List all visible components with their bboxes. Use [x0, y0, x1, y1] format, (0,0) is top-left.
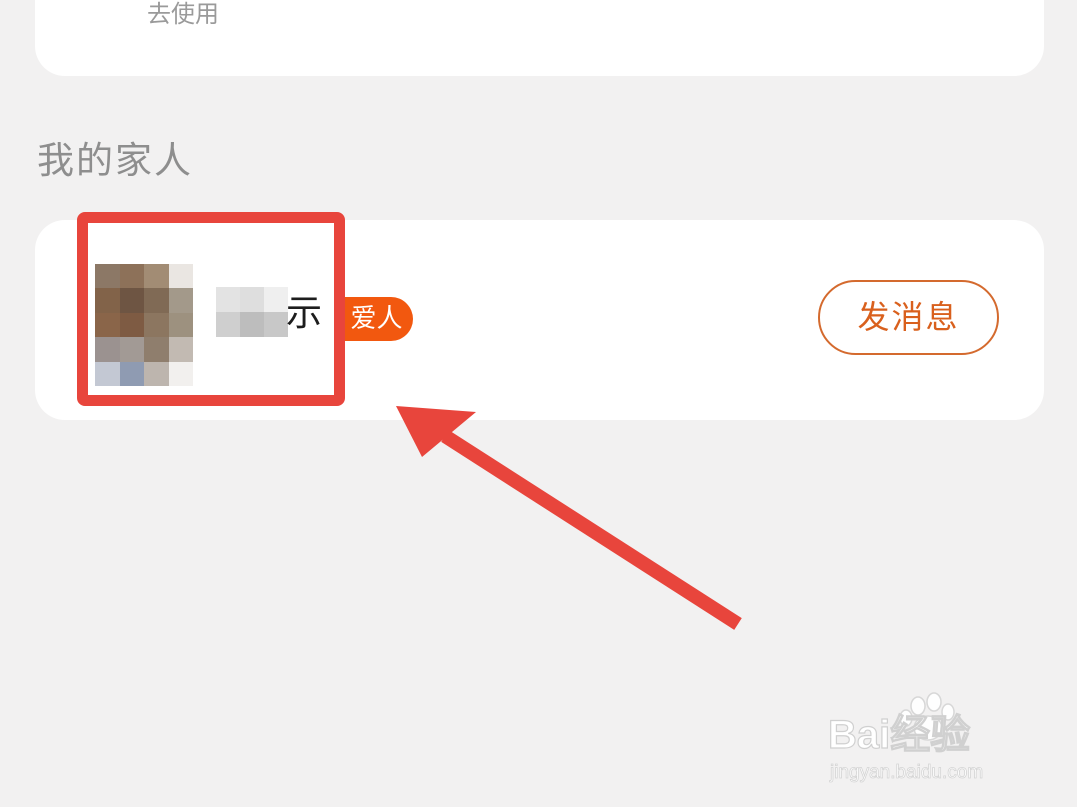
annotation-arrow-icon	[396, 406, 742, 630]
watermark-url: jingyan.baidu.com	[829, 762, 983, 783]
baidu-jingyan-watermark-icon: Bai经验 jingyan.baidu.com	[827, 692, 984, 783]
watermark-brand: Bai经验	[828, 713, 970, 757]
